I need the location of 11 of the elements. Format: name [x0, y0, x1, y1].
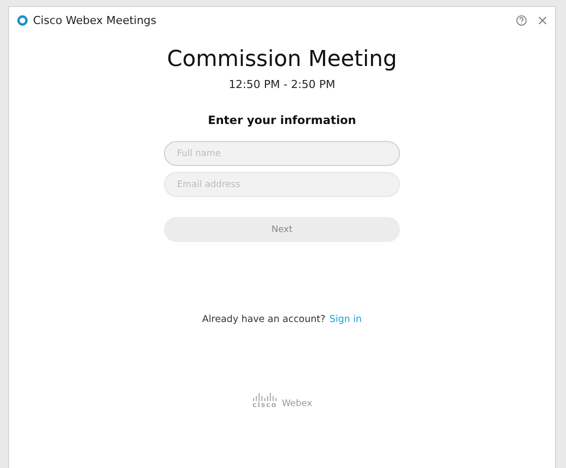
account-prompt: Already have an account?	[202, 314, 326, 325]
bars-icon	[252, 393, 278, 401]
close-icon[interactable]	[538, 16, 547, 24]
product-name: Webex	[282, 399, 312, 409]
sign-in-link[interactable]: Sign in	[329, 314, 362, 325]
form-heading: Enter your information	[208, 113, 356, 127]
help-icon[interactable]	[516, 14, 527, 26]
meeting-time: 12:50 PM - 2:50 PM	[228, 78, 336, 91]
app-logo-icon	[17, 14, 28, 26]
meeting-title: Commission Meeting	[167, 47, 397, 72]
window-title: Cisco Webex Meetings	[33, 14, 158, 26]
